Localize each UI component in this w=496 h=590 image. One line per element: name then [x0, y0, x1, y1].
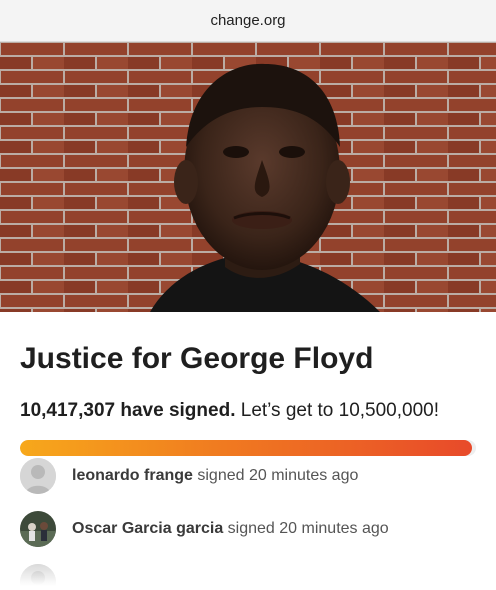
signer-action: signed 20 minutes ago — [227, 520, 389, 537]
signer-text: leonardo frange signed 20 minutes ago — [72, 467, 358, 485]
url-text: change.org — [210, 12, 286, 29]
petition-title: Justice for George Floyd — [20, 342, 374, 375]
signer-name: leonardo frange — [72, 467, 193, 484]
signature-count: 10,417,307 have signed. — [20, 400, 236, 421]
signer-action: signed 20 minutes ago — [197, 467, 359, 484]
signature-goal: Let’s get to 10,500,000! — [240, 400, 440, 421]
browser-url-bar[interactable]: change.org — [0, 0, 496, 42]
recent-signers-list: leonardo frange signed 20 minutes ago Os… — [0, 456, 496, 590]
petition-hero-image — [0, 42, 496, 312]
default-avatar-icon — [20, 458, 56, 494]
signature-count-line: 10,417,307 have signed. Let’s get to 10,… — [20, 400, 439, 422]
hero-photo — [0, 42, 496, 312]
signer-item: Oscar Garcia garcia signed 20 minutes ag… — [20, 509, 389, 549]
signer-text: Oscar Garcia garcia signed 20 minutes ag… — [72, 520, 389, 538]
list-fade-overlay — [0, 562, 496, 590]
signer-photo-avatar — [20, 511, 56, 547]
signature-progress-bar — [20, 440, 476, 456]
signer-name: Oscar Garcia garcia — [72, 520, 224, 537]
signer-item: leonardo frange signed 20 minutes ago — [20, 456, 358, 496]
signature-progress-fill — [20, 440, 473, 456]
